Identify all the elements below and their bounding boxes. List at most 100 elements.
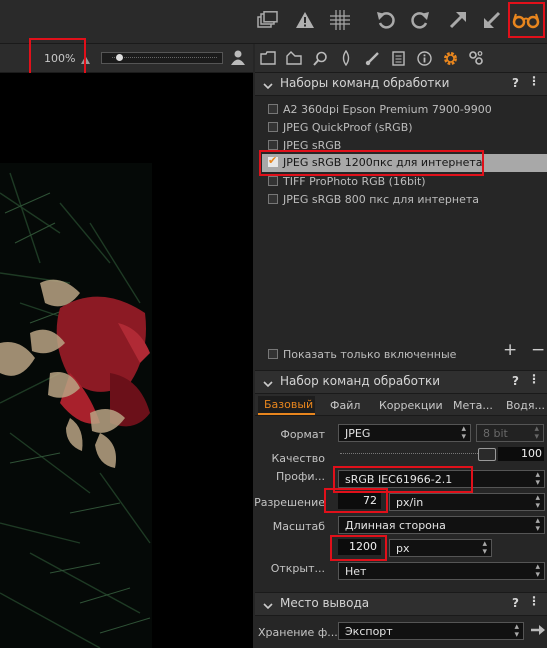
help-icon[interactable]: ? [512,76,519,90]
capture-tab-icon[interactable] [283,47,305,69]
tab-watermark[interactable]: Водя... [506,399,545,412]
recipe-item-selected[interactable]: JPEG sRGB 1200пкс для интернета [262,154,547,172]
zoom-slider-handle[interactable] [116,54,123,61]
main-toolbar [0,0,547,44]
storage-label: Хранение ф... [258,626,338,639]
updown-icon: ▴ ▾ [514,622,519,640]
storage-select[interactable]: Экспорт ▴ ▾ [338,622,524,640]
recipe-label: JPEG QuickProof (sRGB) [283,121,413,134]
recipe-checkbox[interactable] [268,176,278,186]
more-options-icon[interactable]: ⋮ [528,594,540,608]
recipe-item[interactable]: TIFF ProPhoto RGB (16bit) [262,173,547,191]
bit-depth-value: 8 bit [483,427,508,440]
import-arrow-icon[interactable] [477,6,507,34]
show-enabled-only-label: Показать только включенные [283,348,457,361]
panel-title: Наборы команд обработки [280,76,450,90]
folder-tab-icon[interactable] [257,47,279,69]
info-tab-icon[interactable] [413,47,435,69]
output-gear-tab-icon[interactable] [439,47,461,69]
bit-depth-select[interactable]: 8 bit ▴ ▾ [476,424,544,442]
storage-value: Экспорт [345,625,393,638]
arrow-right-icon[interactable] [530,623,546,640]
more-options-icon[interactable]: ⋮ [528,74,540,88]
panel-title: Набор команд обработки [280,374,440,388]
panel-title: Место вывода [280,596,370,610]
recipe-label: JPEG sRGB 800 пкс для интернета [283,193,480,206]
updown-icon: ▴ ▾ [535,562,540,580]
grid-icon[interactable] [325,6,355,34]
lens-tab-icon[interactable] [335,47,357,69]
recipe-item[interactable]: JPEG sRGB [262,137,547,155]
open-with-select[interactable]: Нет ▴ ▾ [338,562,545,580]
batch-gears-tab-icon[interactable] [465,47,487,69]
quality-input[interactable]: 100 [498,447,544,461]
recipe-item[interactable]: A2 360dpi Epson Premium 7900-9900 [262,101,547,119]
format-value: JPEG [345,427,371,440]
tab-file[interactable]: Файл [330,399,360,412]
viewer-toolbar: 100% [0,44,253,73]
remove-recipe-button[interactable]: − [531,340,545,360]
icc-profile-select[interactable]: sRGB IEC61966-2.1 ▴ ▾ [338,470,545,488]
recipe-checkbox[interactable] [268,194,278,204]
multi-view-icon[interactable] [253,6,283,34]
quality-slider-handle[interactable] [478,448,496,461]
recipe-checkbox[interactable] [268,104,278,114]
quality-label: Качество [271,452,326,465]
recipe-checkbox-checked[interactable] [268,154,278,167]
details-tab-icon[interactable] [387,47,409,69]
chevron-down-icon [263,599,273,613]
recipe-panel-header[interactable]: Набор команд обработки ? ⋮ [255,370,547,394]
recipe-checkbox[interactable] [268,140,278,150]
scale-select[interactable]: Длинная сторона ▴ ▾ [338,516,545,534]
add-recipe-button[interactable]: + [503,340,517,360]
updown-icon: ▴ ▾ [535,470,540,488]
resolution-unit-select[interactable]: px/in ▴ ▾ [389,493,545,511]
profile-value: sRGB IEC61966-2.1 [345,473,453,486]
recipe-label: A2 360dpi Epson Premium 7900-9900 [283,103,492,116]
chevron-down-icon [263,79,273,93]
zoom-slider-track [112,57,217,58]
updown-icon: ▴ ▾ [461,424,466,442]
brush-tab-icon[interactable] [361,47,383,69]
quality-slider[interactable] [340,453,488,460]
resolution-label: Разрешение [254,496,325,509]
more-options-icon[interactable]: ⋮ [528,372,540,386]
exposure-warning-icon[interactable] [290,6,320,34]
help-icon[interactable]: ? [512,374,519,388]
zoom-slider[interactable] [101,52,223,64]
tab-adjustments[interactable]: Коррекции [379,399,443,412]
tab-basic[interactable]: Базовый [258,396,315,415]
recipe-item[interactable]: JPEG sRGB 800 пкс для интернета [262,191,547,209]
scale-label: Масштаб [272,520,325,533]
warning-small-icon [81,54,90,67]
resolution-input[interactable]: 72 [338,493,381,509]
size-unit-select[interactable]: px ▴ ▾ [389,539,492,557]
output-location-panel-header[interactable]: Место вывода ? ⋮ [255,592,547,616]
scale-value: Длинная сторона [345,519,446,532]
recipes-panel-header[interactable]: Наборы команд обработки ? ⋮ [255,72,547,96]
glasses-icon[interactable] [511,6,541,34]
chevron-down-icon [263,377,273,391]
zoom-level[interactable]: 100% [44,52,75,65]
tool-tabs [255,44,547,73]
image-viewer[interactable] [0,73,253,648]
recipe-checkbox[interactable] [268,122,278,132]
help-icon[interactable]: ? [512,596,519,610]
profile-label: Профи... [275,470,325,483]
recipe-tabs: Базовый Файл Коррекции Мета... Водя... [255,394,547,416]
format-select[interactable]: JPEG ▴ ▾ [338,424,471,442]
search-tab-icon[interactable] [309,47,331,69]
open-with-value: Нет [345,565,367,578]
size-unit-value: px [396,542,410,555]
user-icon[interactable] [231,50,245,68]
export-arrow-icon[interactable] [443,6,473,34]
show-enabled-only-checkbox[interactable] [268,349,278,359]
redo-icon[interactable] [405,6,435,34]
tab-metadata[interactable]: Мета... [453,399,493,412]
recipe-item[interactable]: JPEG QuickProof (sRGB) [262,119,547,137]
format-label: Формат [280,428,325,441]
recipe-label: JPEG sRGB 1200пкс для интернета [283,156,483,169]
updown-icon: ▴ ▾ [534,424,539,442]
size-input[interactable]: 1200 [338,539,381,555]
undo-icon[interactable] [371,6,401,34]
